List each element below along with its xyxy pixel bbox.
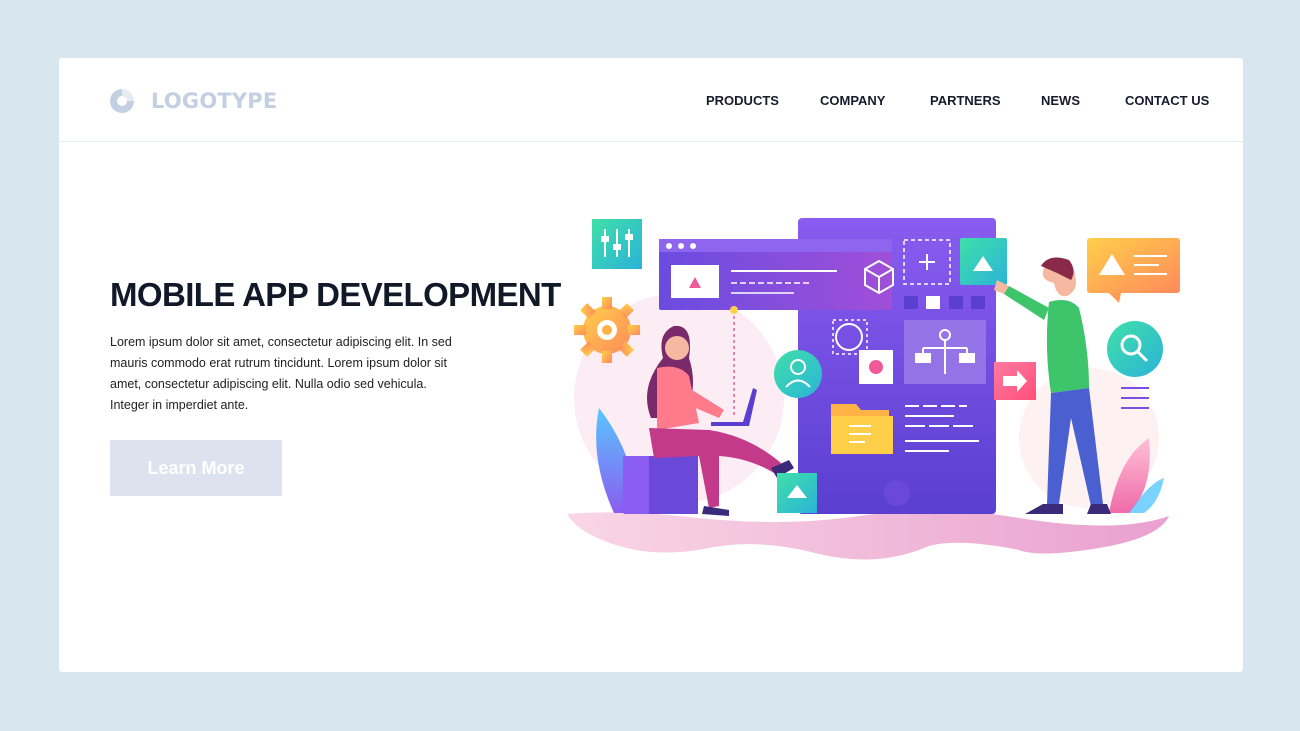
hero-illustration — [567, 218, 1180, 560]
user-icon — [774, 350, 822, 398]
arrow-right-icon — [994, 362, 1036, 400]
page-card: LOGOTYPE PRODUCTS COMPANY PARTNERS NEWS … — [59, 58, 1243, 672]
folder-icon — [831, 404, 893, 454]
equalizer-icon — [592, 219, 642, 269]
chat-bubble-icon — [1087, 238, 1180, 303]
gear-icon — [574, 297, 640, 363]
ground-shape — [567, 510, 1169, 560]
